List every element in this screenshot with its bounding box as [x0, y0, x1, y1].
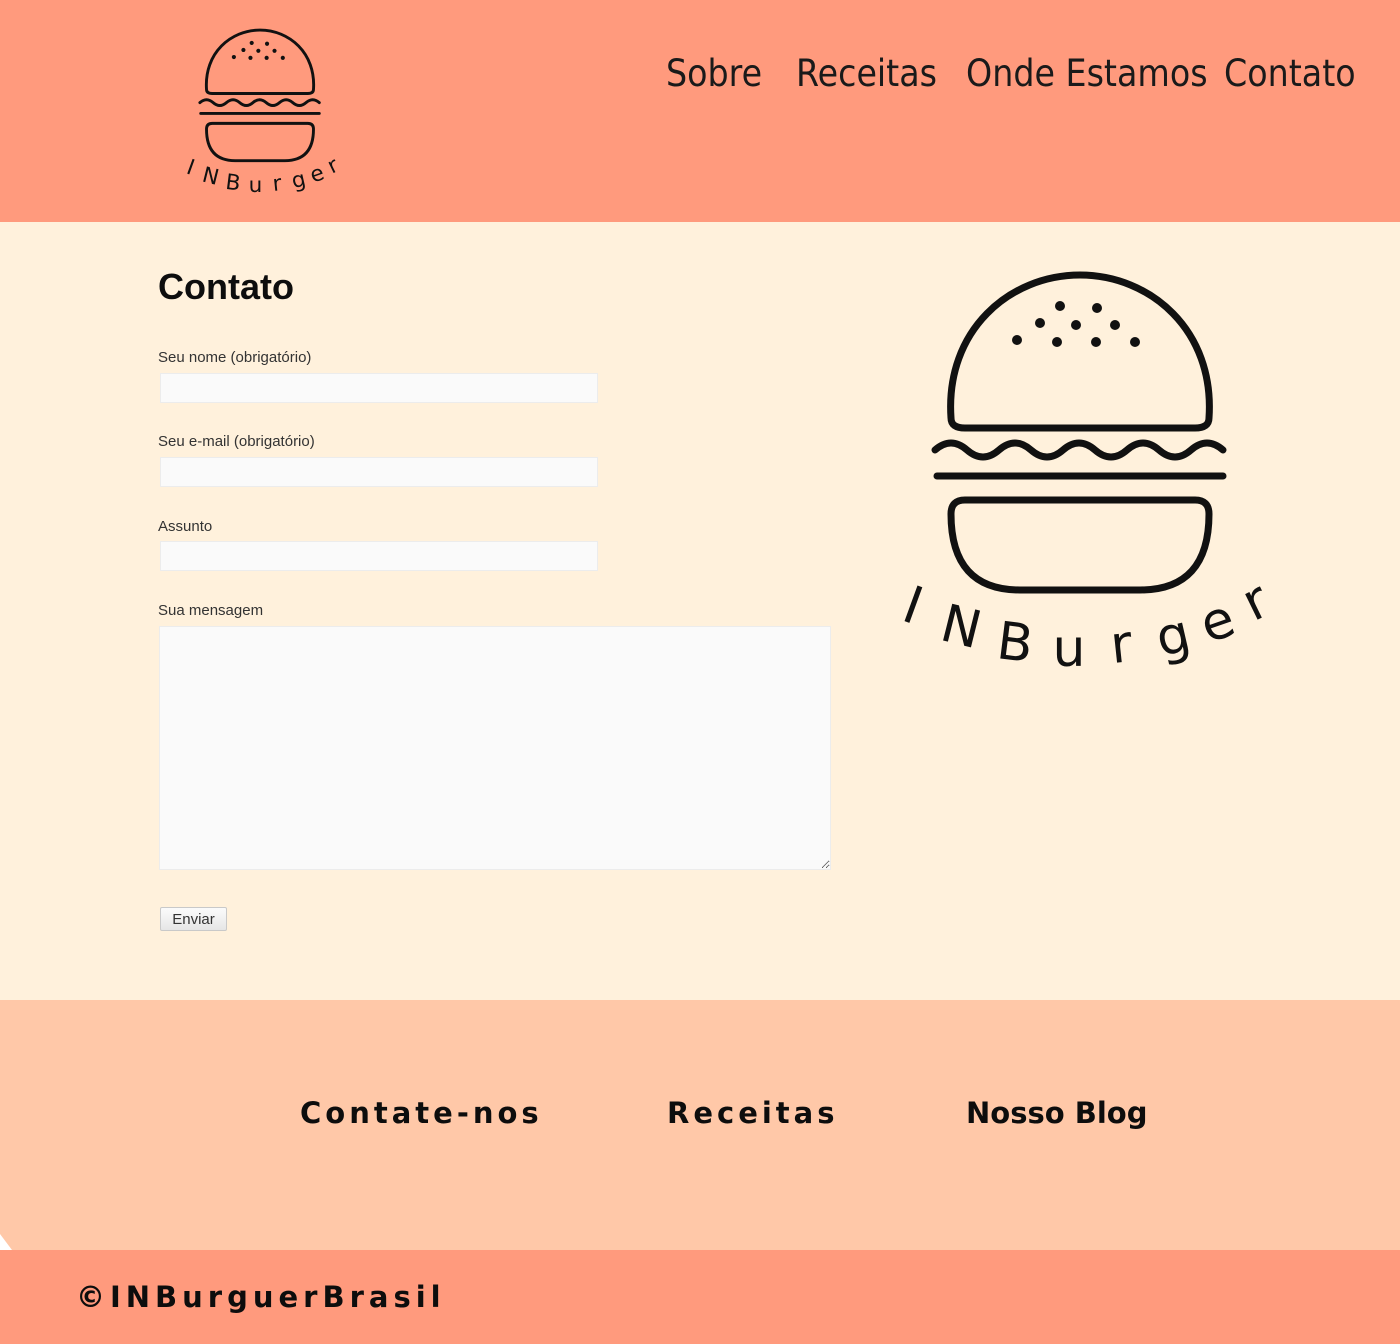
svg-text:N: N [200, 163, 222, 191]
site-header: I N B u r g e r Sobre Receitas Onde Esta… [0, 0, 1400, 222]
nav-item-receitas[interactable]: Receitas [796, 52, 937, 95]
svg-text:B: B [224, 170, 242, 197]
svg-text:N: N [935, 594, 987, 662]
footer-link-nosso-blog[interactable]: Nosso Blog [966, 1096, 1147, 1130]
message-textarea[interactable] [159, 626, 831, 870]
svg-text:I: I [895, 575, 930, 637]
svg-text:g: g [1150, 603, 1196, 669]
footer-links: Contate-nos Receitas Nosso Blog [0, 1000, 1400, 1250]
svg-text:u: u [249, 173, 263, 198]
footer-link-receitas[interactable]: Receitas [667, 1096, 839, 1130]
burger-logo-icon: I N B u r g e r [895, 271, 1275, 679]
svg-text:g: g [289, 167, 308, 194]
svg-text:r: r [1233, 570, 1275, 634]
svg-text:e: e [1193, 588, 1243, 655]
svg-text:r: r [324, 153, 343, 179]
corner-decoration [0, 1234, 12, 1250]
subject-label: Assunto [158, 518, 213, 535]
bottom-bar: ©INBurguerBrasil [0, 1250, 1400, 1344]
svg-text:r: r [1107, 614, 1135, 676]
main-nav: Sobre Receitas Onde Estamos Contato [0, 52, 1400, 102]
svg-text:I: I [183, 155, 198, 181]
svg-text:r: r [271, 171, 283, 197]
svg-text:B: B [994, 611, 1037, 675]
svg-text:u: u [1053, 619, 1086, 679]
nav-item-onde-estamos[interactable]: Onde Estamos [966, 52, 1208, 95]
svg-text:e: e [307, 160, 328, 188]
name-field[interactable] [160, 373, 598, 403]
submit-button[interactable]: Enviar [160, 907, 227, 931]
nav-item-sobre[interactable]: Sobre [666, 52, 762, 95]
email-label: Seu e-mail (obrigatório) [158, 433, 315, 450]
footer-link-contate-nos[interactable]: Contate-nos [300, 1096, 543, 1130]
copyright-text: ©INBurguerBrasil [76, 1280, 446, 1314]
nav-item-contato[interactable]: Contato [1224, 52, 1356, 95]
page-title: Contato [158, 266, 294, 307]
message-label: Sua mensagem [158, 602, 264, 619]
email-field[interactable] [160, 457, 598, 487]
name-label: Seu nome (obrigatório) [158, 349, 312, 366]
subject-field[interactable] [160, 541, 598, 571]
contact-section: Contato Seu nome (obrigatório) Seu e-mai… [0, 222, 1400, 1000]
